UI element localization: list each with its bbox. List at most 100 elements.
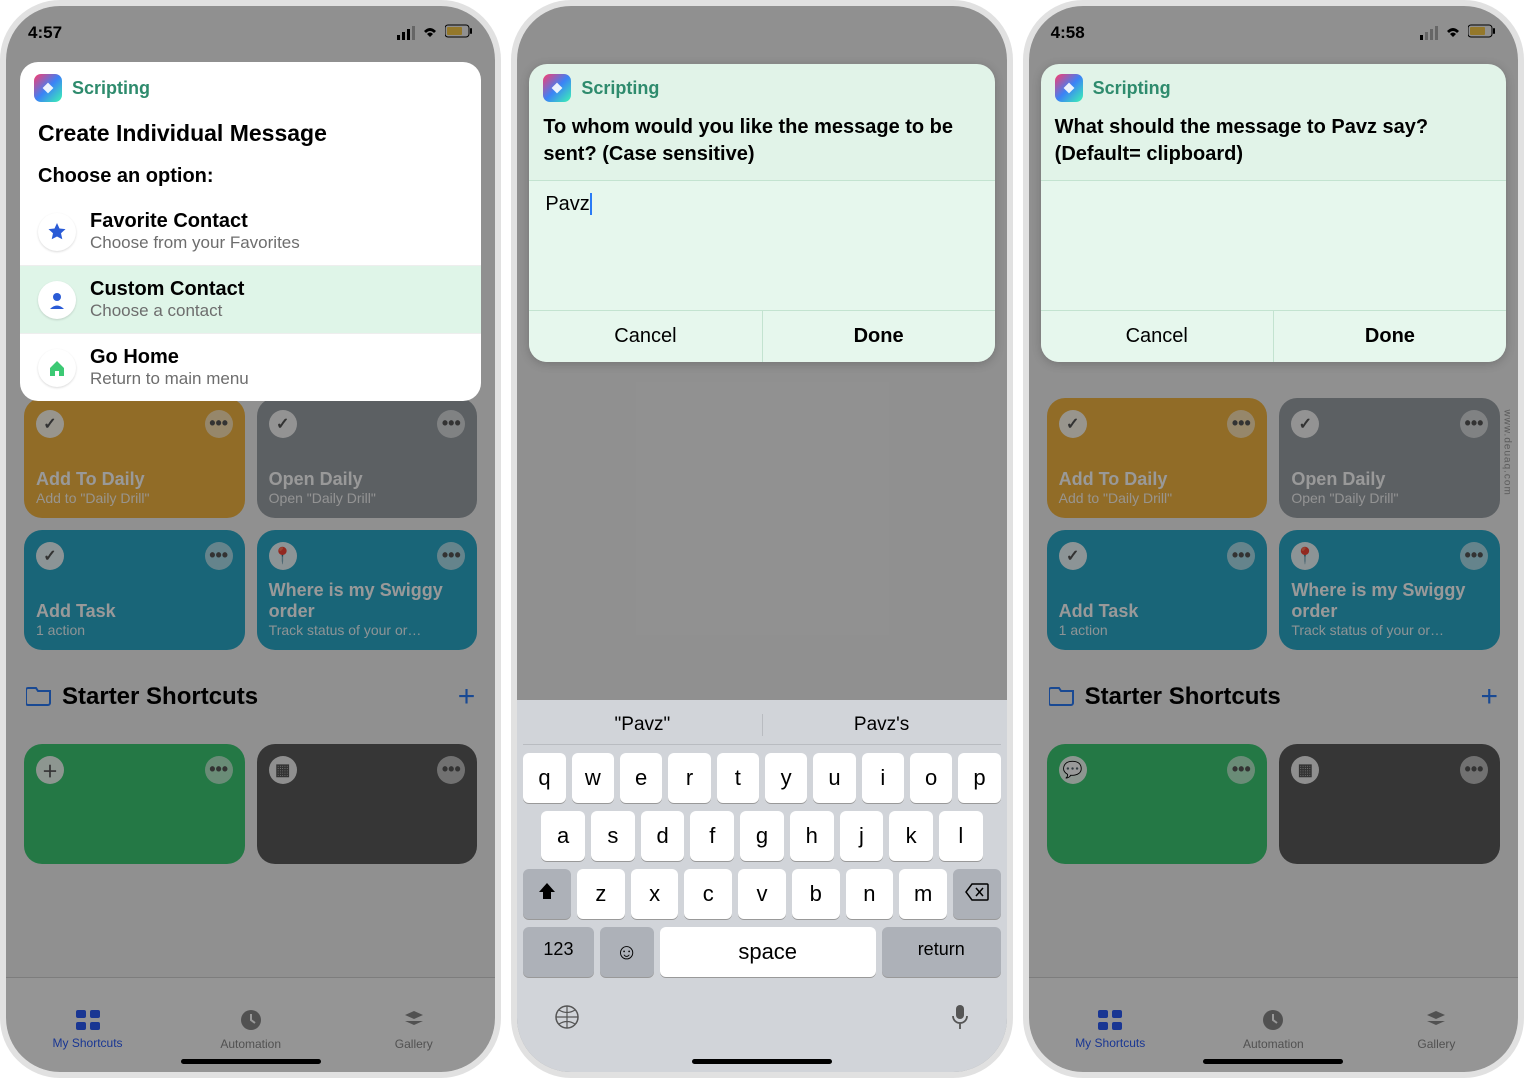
tile-starter-2[interactable]: ▦••• bbox=[257, 744, 478, 864]
cancel-button[interactable]: Cancel bbox=[529, 311, 761, 362]
key-m[interactable]: m bbox=[899, 869, 947, 919]
key-s[interactable]: s bbox=[591, 811, 635, 861]
key-x[interactable]: x bbox=[631, 869, 679, 919]
tile-add-daily[interactable]: ✓••• Add To DailyAdd to "Daily Drill" bbox=[1047, 398, 1268, 518]
home-indicator[interactable] bbox=[692, 1059, 832, 1064]
key-r[interactable]: r bbox=[668, 753, 710, 803]
input-dialog-recipient: Scripting To whom would you like the mes… bbox=[529, 64, 994, 362]
key-c[interactable]: c bbox=[684, 869, 732, 919]
numbers-key[interactable]: 123 bbox=[523, 927, 593, 977]
return-key[interactable]: return bbox=[882, 927, 1001, 977]
panel-1-phone: 4:57 ✓••• Add To DailyAdd to "Daily Dril… bbox=[0, 0, 501, 1078]
key-e[interactable]: e bbox=[620, 753, 662, 803]
qr-icon: ▦ bbox=[1291, 756, 1319, 784]
more-icon[interactable]: ••• bbox=[437, 542, 465, 570]
key-u[interactable]: u bbox=[813, 753, 855, 803]
scripting-label: Scripting bbox=[72, 78, 150, 99]
key-v[interactable]: v bbox=[738, 869, 786, 919]
tile-open-daily[interactable]: ✓••• Open DailyOpen "Daily Drill" bbox=[257, 398, 478, 518]
globe-icon[interactable] bbox=[553, 1003, 581, 1036]
more-icon[interactable]: ••• bbox=[1227, 542, 1255, 570]
tab-automation[interactable]: Automation bbox=[169, 978, 332, 1072]
tab-bar: My Shortcuts Automation Gallery bbox=[1029, 977, 1518, 1072]
recipient-input[interactable]: Pavz bbox=[529, 180, 994, 310]
pin-icon: 📍 bbox=[269, 542, 297, 570]
emoji-key[interactable]: ☺ bbox=[600, 927, 654, 977]
watermark: www.deuaq.com bbox=[1501, 409, 1512, 495]
key-z[interactable]: z bbox=[577, 869, 625, 919]
key-o[interactable]: o bbox=[910, 753, 952, 803]
tile-add-task[interactable]: ✓••• Add Task1 action bbox=[1047, 530, 1268, 650]
tile-open-daily[interactable]: ✓••• Open DailyOpen "Daily Drill" bbox=[1279, 398, 1500, 518]
shift-key[interactable] bbox=[523, 869, 571, 919]
shortcuts-app-icon bbox=[34, 74, 62, 102]
key-y[interactable]: y bbox=[765, 753, 807, 803]
gallery-icon bbox=[401, 1007, 427, 1033]
key-n[interactable]: n bbox=[846, 869, 894, 919]
more-icon[interactable]: ••• bbox=[205, 542, 233, 570]
tile-starter-1[interactable]: 💬••• bbox=[1047, 744, 1268, 864]
done-button[interactable]: Done bbox=[762, 311, 995, 362]
scripting-label: Scripting bbox=[581, 78, 659, 99]
key-h[interactable]: h bbox=[790, 811, 834, 861]
key-p[interactable]: p bbox=[958, 753, 1000, 803]
ios-keyboard[interactable]: "Pavz" Pavz's q w e r t y u i o p a s d … bbox=[517, 700, 1006, 1072]
more-icon[interactable]: ••• bbox=[1227, 410, 1255, 438]
grid-icon bbox=[74, 1008, 102, 1032]
tile-add-daily[interactable]: ✓••• Add To DailyAdd to "Daily Drill" bbox=[24, 398, 245, 518]
tab-gallery[interactable]: Gallery bbox=[332, 978, 495, 1072]
section-starter-shortcuts[interactable]: Starter Shortcuts + bbox=[1029, 662, 1518, 732]
more-icon[interactable]: ••• bbox=[205, 410, 233, 438]
more-icon[interactable]: ••• bbox=[437, 756, 465, 784]
option-go-home[interactable]: Go Home Return to main menu bbox=[20, 333, 481, 401]
option-custom-contact[interactable]: Custom Contact Choose a contact bbox=[20, 265, 481, 333]
panel-3-phone: 4:58 ✓••• Add To DailyAdd to "Daily Dril… bbox=[1023, 0, 1524, 1078]
option-favorite-contact[interactable]: Favorite Contact Choose from your Favori… bbox=[20, 198, 481, 265]
check-icon: ✓ bbox=[1291, 410, 1319, 438]
scripting-menu: Scripting Create Individual Message Choo… bbox=[20, 62, 481, 401]
space-key[interactable]: space bbox=[660, 927, 876, 977]
home-indicator[interactable] bbox=[181, 1059, 321, 1064]
key-i[interactable]: i bbox=[862, 753, 904, 803]
key-k[interactable]: k bbox=[889, 811, 933, 861]
more-icon[interactable]: ••• bbox=[1227, 756, 1255, 784]
key-g[interactable]: g bbox=[740, 811, 784, 861]
add-icon[interactable]: + bbox=[1480, 680, 1498, 714]
backspace-key[interactable] bbox=[953, 869, 1001, 919]
suggestion-2[interactable]: Pavz's bbox=[762, 714, 1001, 736]
key-q[interactable]: q bbox=[523, 753, 565, 803]
done-button[interactable]: Done bbox=[1273, 311, 1506, 362]
key-j[interactable]: j bbox=[840, 811, 884, 861]
tile-swiggy[interactable]: 📍••• Where is my Swiggy orderTrack statu… bbox=[1279, 530, 1500, 650]
tile-starter-2[interactable]: ▦ ••• bbox=[1279, 744, 1500, 864]
mic-icon[interactable] bbox=[949, 1003, 971, 1036]
suggestion-1[interactable]: "Pavz" bbox=[523, 714, 761, 736]
tab-gallery[interactable]: Gallery bbox=[1355, 978, 1518, 1072]
more-icon[interactable]: ••• bbox=[1460, 542, 1488, 570]
section-starter-shortcuts[interactable]: Starter Shortcuts + bbox=[6, 662, 495, 732]
tile-swiggy[interactable]: 📍••• Where is my Swiggy orderTrack statu… bbox=[257, 530, 478, 650]
add-icon[interactable]: + bbox=[458, 680, 476, 714]
message-input[interactable] bbox=[1041, 180, 1506, 310]
key-l[interactable]: l bbox=[939, 811, 983, 861]
more-icon[interactable]: ••• bbox=[437, 410, 465, 438]
key-d[interactable]: d bbox=[641, 811, 685, 861]
scripting-label: Scripting bbox=[1093, 78, 1171, 99]
key-b[interactable]: b bbox=[792, 869, 840, 919]
tile-add-task[interactable]: ✓••• Add Task1 action bbox=[24, 530, 245, 650]
tab-automation[interactable]: Automation bbox=[1192, 978, 1355, 1072]
key-w[interactable]: w bbox=[572, 753, 614, 803]
more-icon[interactable]: ••• bbox=[205, 756, 233, 784]
pin-icon: 📍 bbox=[1291, 542, 1319, 570]
tab-my-shortcuts[interactable]: My Shortcuts bbox=[6, 978, 169, 1072]
key-f[interactable]: f bbox=[690, 811, 734, 861]
tile-starter-1[interactable]: ＋••• bbox=[24, 744, 245, 864]
home-indicator[interactable] bbox=[1203, 1059, 1343, 1064]
cancel-button[interactable]: Cancel bbox=[1041, 311, 1273, 362]
more-icon[interactable]: ••• bbox=[1460, 756, 1488, 784]
shortcuts-app-icon bbox=[543, 74, 571, 102]
more-icon[interactable]: ••• bbox=[1460, 410, 1488, 438]
key-t[interactable]: t bbox=[717, 753, 759, 803]
tab-my-shortcuts[interactable]: My Shortcuts bbox=[1029, 978, 1192, 1072]
key-a[interactable]: a bbox=[541, 811, 585, 861]
